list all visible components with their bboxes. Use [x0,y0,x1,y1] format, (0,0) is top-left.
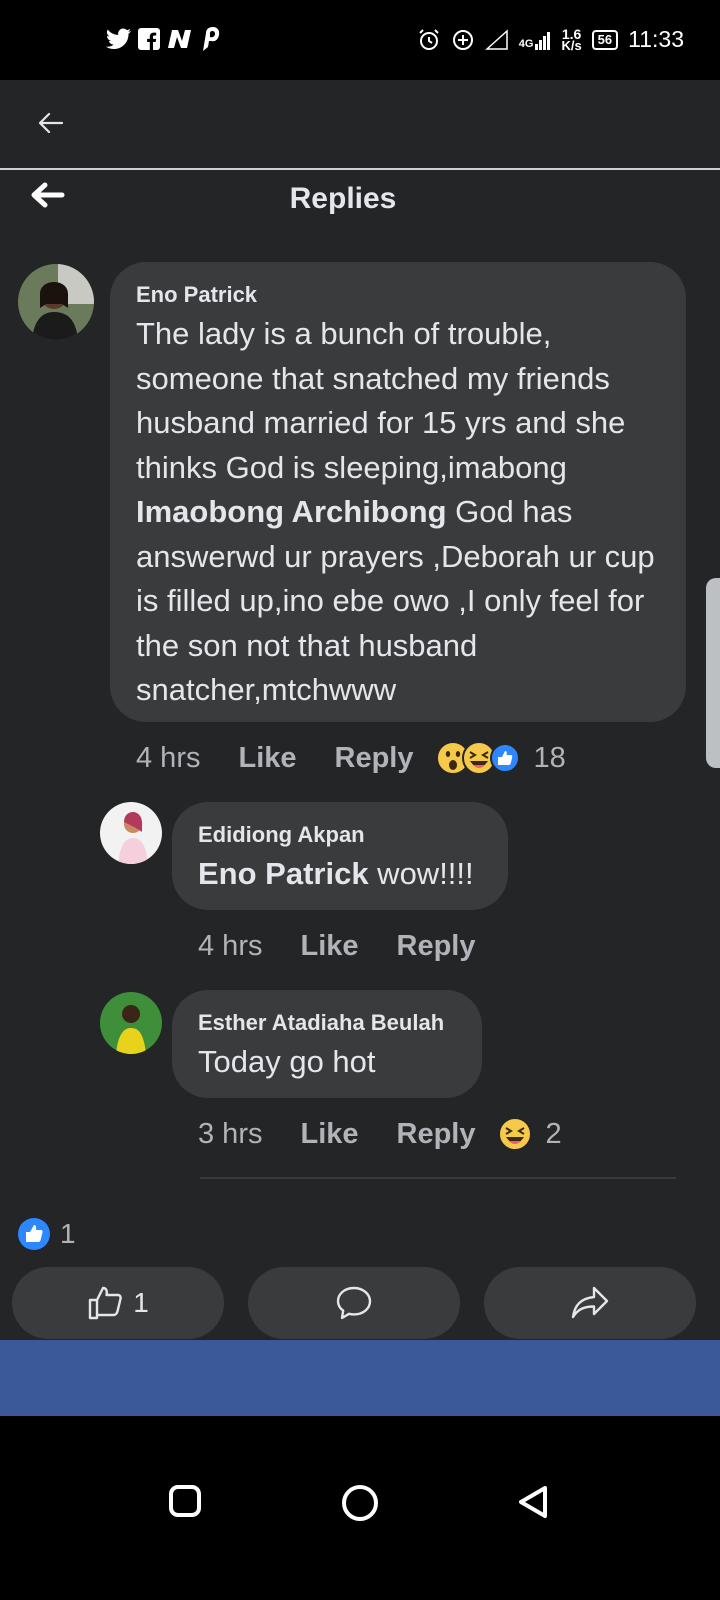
signal-empty-icon [484,28,508,50]
comment-mention[interactable]: Eno Patrick [198,856,369,891]
like-post-button[interactable]: 1 [12,1267,224,1339]
reply-button[interactable]: Reply [397,930,476,963]
battery-indicator: 56 [591,29,619,50]
recents-icon[interactable] [168,1484,202,1518]
system-nav-bar [0,1416,720,1600]
twitter-icon [106,28,131,50]
comment-time[interactable]: 4 hrs [136,742,200,775]
comment-author[interactable]: Esther Atadiaha Beulah [198,1010,444,1036]
comment-meta: 4 hrs Like Reply 18 [136,738,566,778]
like-button[interactable]: Like [300,1118,358,1151]
comment-text: Today go hot [198,1044,376,1079]
reaction-count: 18 [533,741,566,774]
comment-button[interactable] [248,1267,460,1339]
reply-button[interactable]: Reply [397,1118,476,1151]
comment-meta: 4 hrs Like Reply [198,926,476,966]
pinterest-icon [203,27,220,51]
comment-time[interactable]: 3 hrs [198,1118,262,1151]
share-icon [571,1286,609,1319]
haha-reaction-icon [497,1117,532,1151]
comment-meta: 3 hrs Like Reply 2 [198,1114,562,1154]
status-bar: 4G 1.6 K/s 56 11:33 [0,0,720,80]
reaction-summary[interactable]: 18 [435,741,566,775]
alarm-icon [419,28,439,50]
replies-header: Replies [0,170,720,230]
comment-mention[interactable]: Imaobong Archibong [136,494,447,529]
post-likes[interactable]: 1 [18,1218,76,1250]
divider [200,1177,676,1179]
comment-text-part: The lady is a bunch of trouble, someone … [136,316,626,485]
back-arrow-icon[interactable] [36,108,66,138]
home-icon[interactable] [341,1484,379,1522]
page-title: Replies [289,182,397,215]
comment-icon [336,1286,372,1320]
comment-time[interactable]: 4 hrs [198,930,262,963]
comment-author[interactable]: Edidiong Akpan [198,822,365,848]
like-count: 1 [60,1218,76,1249]
avatar[interactable] [100,802,162,864]
scrollbar[interactable] [706,578,720,768]
comment-bubble[interactable]: Esther Atadiaha Beulah Today go hot [172,990,482,1098]
n-icon [168,30,191,48]
top-bar [0,80,720,170]
back-nav-icon[interactable] [516,1484,550,1520]
reaction-summary[interactable]: 2 [497,1117,562,1151]
signal-icon: 4G [519,30,552,50]
replies-panel: Replies Eno Patrick The lady is a bunch … [0,170,720,1340]
bottom-banner [0,1340,720,1416]
notification-icons [106,22,220,56]
comment-text: Eno Patrick wow!!!! [198,852,474,896]
clock: 11:33 [628,26,684,52]
facebook-icon [138,28,160,50]
system-status: 4G 1.6 K/s 56 11:33 [417,26,684,53]
like-button[interactable]: Like [238,742,296,775]
data-saver-icon [452,29,473,50]
share-button[interactable] [484,1267,696,1339]
like-button[interactable]: Like [300,930,358,963]
reaction-count: 2 [545,1117,562,1150]
comment-author[interactable]: Eno Patrick [136,282,257,308]
comment-bubble[interactable]: Edidiong Akpan Eno Patrick wow!!!! [172,802,508,910]
comment-text: The lady is a bunch of trouble, someone … [136,312,676,713]
speed-unit: K/s [561,37,582,53]
like-icon [89,1286,123,1320]
network-speed: 1.6 K/s [561,27,582,53]
like-reaction-icon [489,743,520,773]
comment-bubble[interactable]: Eno Patrick The lady is a bunch of troub… [110,262,686,722]
reply-button[interactable]: Reply [335,742,414,775]
like-button-count: 1 [133,1287,149,1318]
avatar[interactable] [100,992,162,1054]
avatar[interactable] [18,264,94,340]
comment-text-part: wow!!!! [368,856,474,891]
like-badge-icon [18,1218,50,1250]
network-type: 4G [518,37,534,50]
